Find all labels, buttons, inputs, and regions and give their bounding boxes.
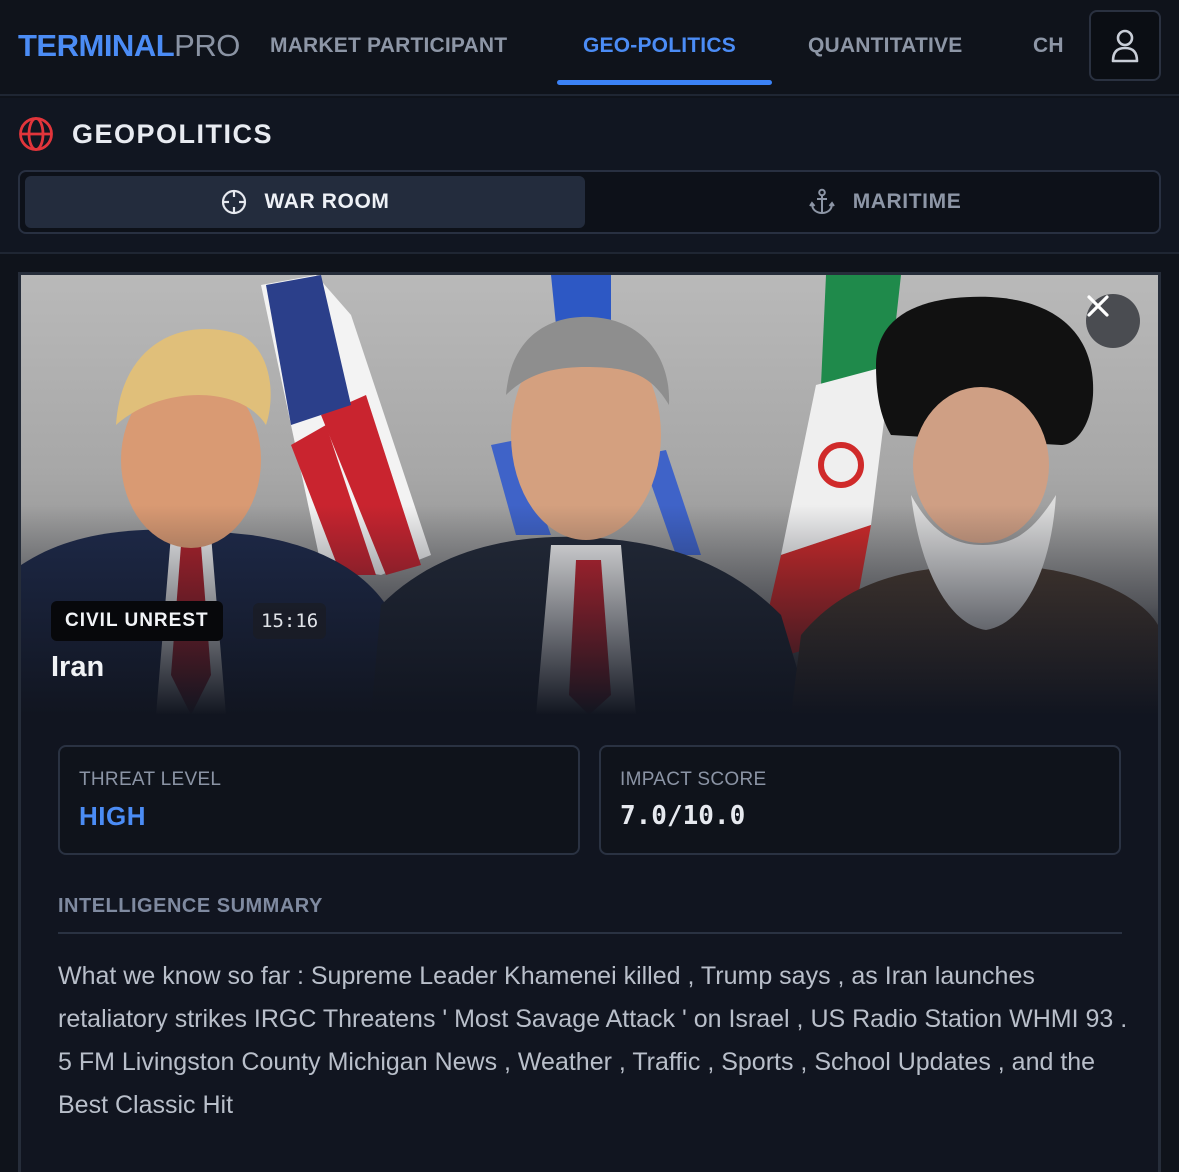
threat-level-value: HIGH [79, 801, 146, 831]
impact-score-panel: IMPACT SCORE 7.0/10.0 [599, 745, 1121, 855]
brand-part2: PRO [174, 28, 240, 63]
section-header: GEOPOLITICS WAR ROOM MARITIME [0, 98, 1179, 254]
crosshair-icon [221, 189, 246, 215]
impact-score-value: 7.0/10.0 [620, 801, 746, 831]
event-time: 15:16 [253, 603, 327, 639]
subtab-war-room-label: WAR ROOM [264, 190, 390, 213]
subtab-war-room[interactable]: WAR ROOM [25, 176, 585, 228]
intelligence-summary-heading: INTELLIGENCE SUMMARY [58, 895, 323, 917]
brand-part1: TERMINAL [18, 28, 175, 63]
event-location: Iran [51, 651, 105, 683]
active-tab-indicator [557, 80, 772, 85]
user-profile-button[interactable] [1089, 10, 1161, 81]
nav-tab-truncated[interactable]: CH [1033, 28, 1064, 64]
page-title: GEOPOLITICS [72, 119, 274, 149]
event-card: CIVIL UNREST 15:16 Iran THREAT LEVEL HIG… [18, 272, 1161, 1172]
nav-tab-quantitative[interactable]: QUANTITATIVE [808, 28, 962, 64]
summary-divider [58, 932, 1122, 934]
subtab-maritime-label: MARITIME [852, 190, 962, 213]
close-button[interactable] [1086, 294, 1140, 348]
nav-tab-geo-politics[interactable]: GEO-POLITICS [583, 28, 736, 64]
nav-tab-market-participant[interactable]: MARKET PARTICIPANT [270, 28, 507, 64]
intelligence-summary-text: What we know so far : Supreme Leader Kha… [58, 962, 1128, 1119]
subtab-bar: WAR ROOM MARITIME [18, 170, 1161, 234]
event-photo: CIVIL UNREST 15:16 Iran [21, 275, 1158, 715]
impact-score-label: IMPACT SCORE [620, 769, 767, 790]
threat-level-label: THREAT LEVEL [79, 769, 222, 790]
anchor-icon [808, 188, 835, 215]
threat-level-panel: THREAT LEVEL HIGH [58, 745, 580, 855]
top-nav-bar: TERMINALPRO MARKET PARTICIPANT GEO-POLIT… [0, 0, 1179, 96]
user-icon [1111, 29, 1139, 62]
brand-logo[interactable]: TERMINALPRO [18, 26, 240, 66]
subtab-maritime[interactable]: MARITIME [610, 176, 1160, 228]
event-category-badge: CIVIL UNREST [51, 601, 223, 641]
globe-icon [19, 117, 53, 151]
close-icon [1087, 295, 1109, 317]
